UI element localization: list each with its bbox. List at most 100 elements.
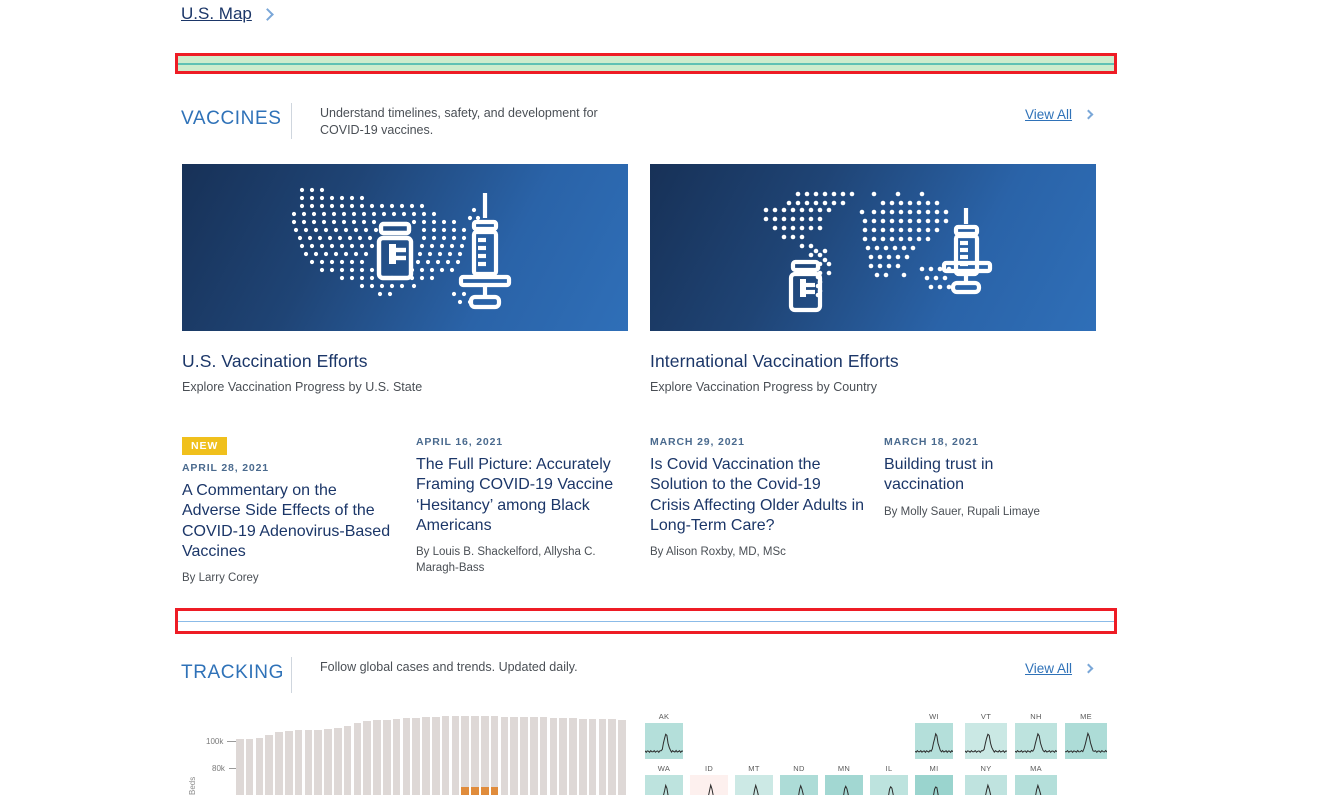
state-cell-vt[interactable]: VT <box>965 712 1007 759</box>
state-sparkline-tile <box>915 723 953 759</box>
state-cell-ma[interactable]: MA <box>1015 764 1057 795</box>
article-date: MARCH 18, 2021 <box>884 436 979 448</box>
chart-y-axis-label: Beds <box>188 776 197 795</box>
tracking-section-header: TRACKING Follow global cases and trends.… <box>181 657 801 693</box>
chart-bar-highlighted <box>461 787 470 795</box>
article-byline: By Larry Corey <box>182 572 259 585</box>
article-title[interactable]: A Commentary on the Adverse Side Effects… <box>182 481 397 562</box>
state-abbreviation: AK <box>658 712 670 721</box>
state-cell-nh[interactable]: NH <box>1015 712 1057 759</box>
chart-bar <box>451 716 460 795</box>
state-cell-id[interactable]: ID <box>690 764 728 795</box>
state-cell-nd[interactable]: ND <box>780 764 818 795</box>
state-sparkline-tile <box>1015 723 1057 759</box>
state-abbreviation: MA <box>1030 764 1042 773</box>
chevron-right-icon <box>260 7 274 21</box>
article-date: APRIL 28, 2021 <box>182 462 269 474</box>
state-cell-me[interactable]: ME <box>1065 712 1107 759</box>
article-card[interactable]: APRIL 16, 2021 The Full Picture: Accurat… <box>416 436 616 576</box>
card-title: U.S. Vaccination Efforts <box>182 351 368 371</box>
state-abbreviation: ME <box>1080 712 1092 721</box>
state-sparkline-tile <box>690 775 728 795</box>
chart-bar <box>265 735 274 795</box>
chart-bar <box>422 717 430 795</box>
tracking-section-title: TRACKING <box>181 662 284 683</box>
state-abbreviation: WI <box>929 712 939 721</box>
chart-bar-highlighted <box>471 787 479 795</box>
section-divider-rule <box>291 103 292 139</box>
chart-bar <box>245 738 254 795</box>
international-vaccination-card-image <box>650 164 1096 331</box>
state-cell-il[interactable]: IL <box>870 764 908 795</box>
vaccines-section-header: VACCINES Understand timelines, safety, a… <box>181 103 801 139</box>
article-title[interactable]: Is Covid Vaccination the Solution to the… <box>650 455 865 536</box>
state-grid-sparkline-cartogram-center[interactable]: AK WI WA ID MT ND MN IL MI <box>645 712 955 795</box>
us-map-link[interactable]: U.S. Map <box>181 4 274 24</box>
chart-bar <box>500 716 509 795</box>
chart-bar <box>490 716 499 795</box>
vaccines-view-all-link[interactable]: View All <box>1025 107 1094 122</box>
article-date: APRIL 16, 2021 <box>416 436 503 448</box>
card-subtitle: Explore Vaccination Progress by Country <box>650 380 877 394</box>
chart-bar <box>294 730 303 795</box>
state-abbreviation: NH <box>1030 712 1042 721</box>
state-sparkline-tile <box>1065 723 1107 759</box>
state-cell-mn[interactable]: MN <box>825 764 863 795</box>
state-abbreviation: VT <box>980 712 992 721</box>
state-cell-mt[interactable]: MT <box>735 764 773 795</box>
card-us-vaccination-efforts[interactable]: U.S. Vaccination Efforts Explore Vaccina… <box>182 164 628 394</box>
us-map-link-label: U.S. Map <box>181 4 252 23</box>
article-title[interactable]: The Full Picture: Accurately Framing COV… <box>416 455 616 536</box>
chart-bar <box>412 717 421 795</box>
divider-bar <box>178 56 1114 71</box>
chart-bar <box>559 718 568 795</box>
tracking-view-all-label: View All <box>1025 661 1073 676</box>
covid-dashboard-page: U.S. Map VACCINES Understand timelines, … <box>0 0 1325 795</box>
article-byline: By Louis B. Shackelford, Allysha C. Mara… <box>416 546 596 574</box>
card-international-vaccination-efforts[interactable]: International Vaccination Efforts Explor… <box>650 164 1096 394</box>
chart-bar <box>432 716 440 795</box>
chart-bar <box>618 719 626 795</box>
state-cell-wa[interactable]: WA <box>645 764 683 795</box>
chart-bar <box>510 716 519 795</box>
article-card[interactable]: MARCH 29, 2021 Is Covid Vaccination the … <box>650 436 865 561</box>
chart-bar <box>402 718 411 795</box>
chart-bar <box>363 721 372 795</box>
hospital-beds-bar-chart[interactable]: Beds 100k 80k <box>182 716 628 795</box>
state-sparkline-tile <box>965 775 1007 795</box>
state-cell-wi[interactable]: WI <box>915 712 953 759</box>
state-cell-mi[interactable]: MI <box>915 764 953 795</box>
state-cell-ny[interactable]: NY <box>965 764 1007 795</box>
vaccines-section-divider <box>175 53 1117 74</box>
chart-bar <box>343 725 352 795</box>
state-sparkline-tile <box>645 723 683 759</box>
chart-bar <box>471 716 479 795</box>
state-grid-sparkline-cartogram-right[interactable]: VT NH ME NY MA <box>965 712 1115 795</box>
chart-bar <box>275 732 283 795</box>
state-sparkline-tile <box>1015 775 1057 795</box>
chart-bar <box>236 738 244 795</box>
article-card[interactable]: MARCH 18, 2021 Building trust in vaccina… <box>884 436 1064 520</box>
article-card[interactable]: NEW APRIL 28, 2021 A Commentary on the A… <box>182 436 397 587</box>
chevron-right-icon <box>1083 663 1094 674</box>
article-title[interactable]: Building trust in vaccination <box>884 455 1064 496</box>
tracking-section-description: Follow global cases and trends. Updated … <box>320 660 578 674</box>
article-byline: By Alison Roxby, MD, MSc <box>650 546 786 559</box>
card-subtitle: Explore Vaccination Progress by U.S. Sta… <box>182 380 423 394</box>
tracking-view-all-link[interactable]: View All <box>1025 661 1094 676</box>
chart-bar <box>481 716 489 795</box>
card-title: International Vaccination Efforts <box>650 351 899 371</box>
chart-bar <box>353 723 362 795</box>
chart-bar-highlighted <box>490 787 499 795</box>
state-sparkline-tile <box>780 775 818 795</box>
state-abbreviation: MI <box>929 764 939 773</box>
chart-bars <box>236 716 628 795</box>
state-sparkline-tile <box>965 723 1007 759</box>
tracking-section-divider <box>175 608 1117 634</box>
chart-bar <box>520 716 528 795</box>
state-abbreviation: IL <box>885 764 893 773</box>
state-sparkline-tile <box>645 775 683 795</box>
chart-bar <box>285 731 293 795</box>
chart-bar <box>383 719 391 795</box>
state-cell-ak[interactable]: AK <box>645 712 683 759</box>
